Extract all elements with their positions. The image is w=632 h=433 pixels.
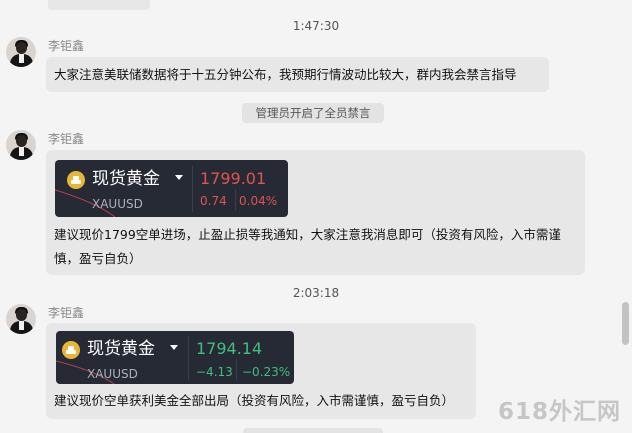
timestamp: 1:47:30 xyxy=(292,19,340,33)
message-text: 建议现价空单获利美金全部出局（投资有风险，入市需谨慎，盈亏自负） xyxy=(54,393,455,408)
gold-icon xyxy=(62,341,80,359)
message-text: 大家注意美联储数据将于十五分钟公布，我预期行情波动比较大，群内我会禁言指导 xyxy=(54,67,517,82)
price-change-percent: 0.04% xyxy=(239,194,278,208)
instrument-symbol: XAUUSD xyxy=(87,367,138,381)
quote-card[interactable]: 现货黄金 XAUUSD 1799.01 0.74 0.04% xyxy=(55,160,288,217)
message-bubble[interactable]: 大家注意美联储数据将于十五分钟公布，我预期行情波动比较大，群内我会禁言指导 xyxy=(46,57,549,92)
price-value: 1794.14 xyxy=(196,339,263,358)
sender-name: 李钜鑫 xyxy=(48,39,85,53)
price-change: −4.13 xyxy=(196,365,233,379)
instrument-name: 现货黄金 xyxy=(92,169,160,189)
card-divider xyxy=(236,359,237,380)
message-text: 建议现价1799空单进场，止盈止损等我通知，大家注意我消息即可（投资有风险，入市… xyxy=(54,227,561,242)
gold-icon xyxy=(67,171,85,189)
avatar[interactable] xyxy=(6,304,36,334)
message-bubble[interactable]: 现货黄金 XAUUSD 1794.14 −4.13 −0.23% 建议现价空单获… xyxy=(46,323,476,419)
chevron-down-icon[interactable] xyxy=(170,345,178,350)
chevron-down-icon[interactable] xyxy=(175,175,183,180)
message-bubble[interactable]: 现货黄金 XAUUSD 1799.01 0.74 0.04% 建议现价1799空… xyxy=(46,150,585,275)
sender-name: 李钜鑫 xyxy=(48,132,85,146)
timestamp: 2:03:18 xyxy=(292,286,340,300)
instrument-name: 现货黄金 xyxy=(87,339,155,359)
system-notice: 管理员开启了全员禁言 xyxy=(242,103,384,123)
price-value: 1799.01 xyxy=(200,169,267,188)
price-change: 0.74 xyxy=(200,194,227,208)
scrollbar-thumb[interactable] xyxy=(622,302,629,345)
watermark: 618外汇网 xyxy=(498,399,622,425)
card-divider xyxy=(192,166,193,212)
instrument-symbol: XAUUSD xyxy=(92,197,143,211)
price-change-percent: −0.23% xyxy=(242,365,291,379)
card-divider xyxy=(235,189,236,211)
quote-card[interactable]: 现货黄金 XAUUSD 1794.14 −4.13 −0.23% xyxy=(56,331,294,384)
avatar[interactable] xyxy=(6,130,36,160)
card-divider xyxy=(188,336,189,380)
avatar[interactable] xyxy=(6,37,36,67)
sender-name: 李钜鑫 xyxy=(48,306,85,320)
previous-message-bubble xyxy=(48,0,150,10)
message-text: 慎，盈亏自负） xyxy=(54,251,142,266)
partial-system-notice xyxy=(243,428,383,433)
